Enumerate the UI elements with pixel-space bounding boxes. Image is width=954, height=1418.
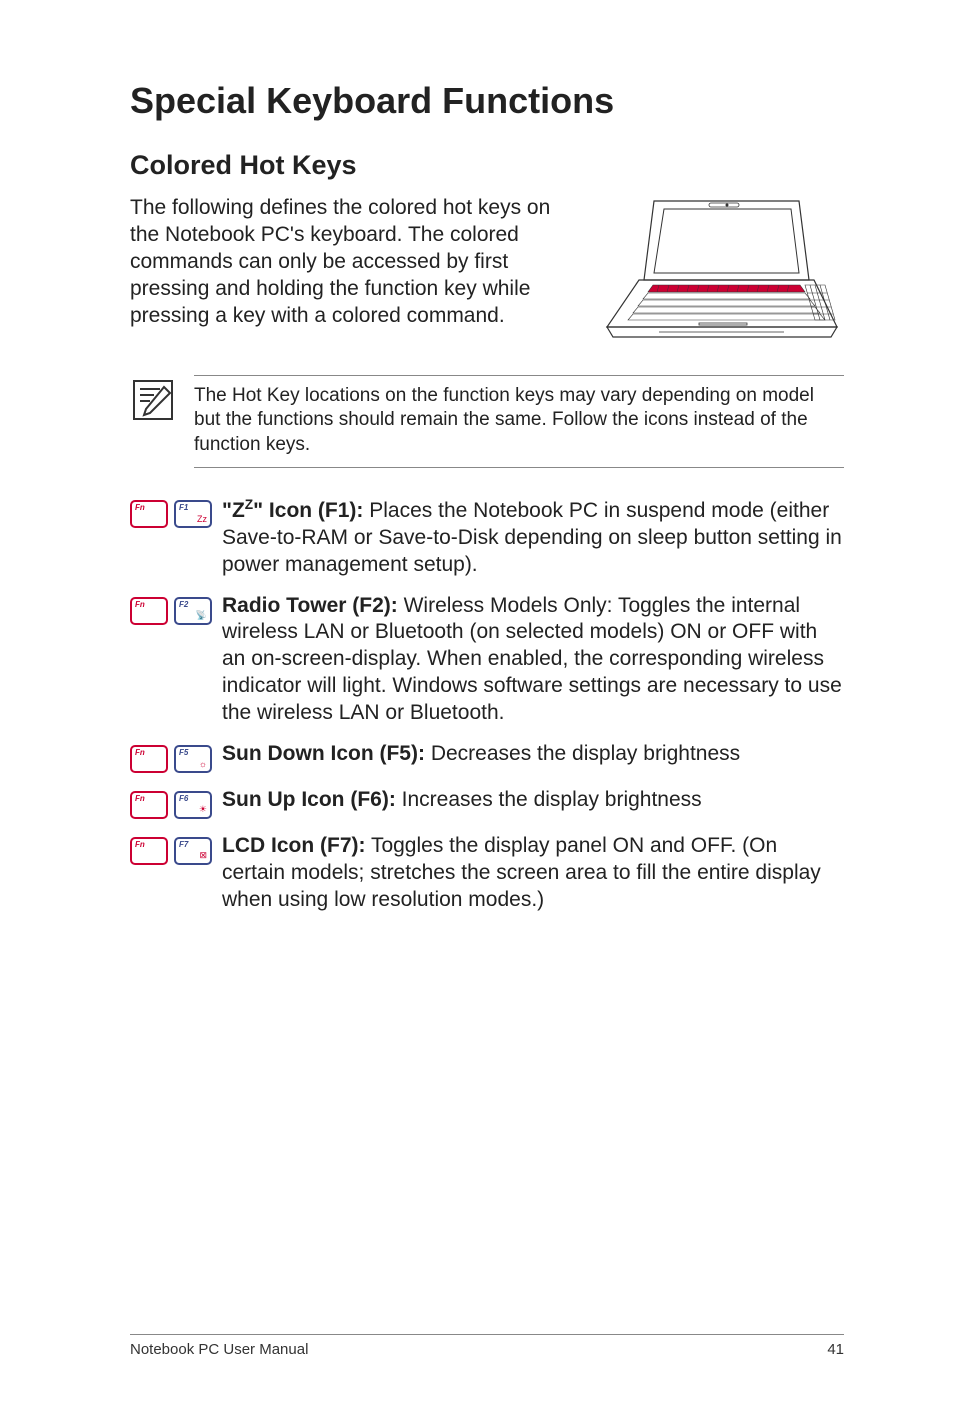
keycap-group: FnF7⊠	[130, 837, 222, 865]
hotkey-row: FnF7⊠LCD Icon (F7): Toggles the display …	[130, 833, 844, 914]
keycap-group: FnF1Zᴢ	[130, 500, 222, 528]
keycap-group: FnF6☀	[130, 791, 222, 819]
hotkey-row: FnF2📡Radio Tower (F2): Wireless Models O…	[130, 593, 844, 727]
hotkey-description: LCD Icon (F7): Toggles the display panel…	[222, 833, 844, 914]
section-heading: Colored Hot Keys	[130, 150, 844, 181]
hotkey-description: "ZZ" Icon (F1): Places the Notebook PC i…	[222, 496, 844, 579]
note-sheet-pencil-icon	[130, 377, 176, 423]
fn-key-icon: Fn	[130, 500, 168, 528]
page-title: Special Keyboard Functions	[130, 80, 844, 122]
keycap-group: FnF2📡	[130, 597, 222, 625]
hotkey-row: FnF5☼Sun Down Icon (F5): Decreases the d…	[130, 741, 844, 773]
laptop-illustration	[599, 195, 844, 345]
fn-key-icon: Fn	[130, 837, 168, 865]
fn-key-icon: Fn	[130, 597, 168, 625]
function-key-icon: F7⊠	[174, 837, 212, 865]
function-key-icon: F5☼	[174, 745, 212, 773]
hotkey-row: FnF1Zᴢ"ZZ" Icon (F1): Places the Noteboo…	[130, 496, 844, 579]
function-key-icon: F2📡	[174, 597, 212, 625]
fn-key-icon: Fn	[130, 791, 168, 819]
intro-text: The following defines the colored hot ke…	[130, 195, 579, 329]
footer-page-number: 41	[827, 1341, 844, 1358]
hotkey-description: Radio Tower (F2): Wireless Models Only: …	[222, 593, 844, 727]
function-key-icon: F6☀	[174, 791, 212, 819]
page-footer: Notebook PC User Manual 41	[130, 1334, 844, 1358]
intro-row: The following defines the colored hot ke…	[130, 195, 844, 345]
keycap-group: FnF5☼	[130, 745, 222, 773]
hotkey-description: Sun Down Icon (F5): Decreases the displa…	[222, 741, 844, 768]
note-block: The Hot Key locations on the function ke…	[130, 375, 844, 468]
hotkey-description: Sun Up Icon (F6): Increases the display …	[222, 787, 844, 814]
note-text: The Hot Key locations on the function ke…	[194, 384, 844, 457]
hotkey-row: FnF6☀Sun Up Icon (F6): Increases the dis…	[130, 787, 844, 819]
function-key-icon: F1Zᴢ	[174, 500, 212, 528]
footer-manual-title: Notebook PC User Manual	[130, 1341, 308, 1358]
fn-key-icon: Fn	[130, 745, 168, 773]
